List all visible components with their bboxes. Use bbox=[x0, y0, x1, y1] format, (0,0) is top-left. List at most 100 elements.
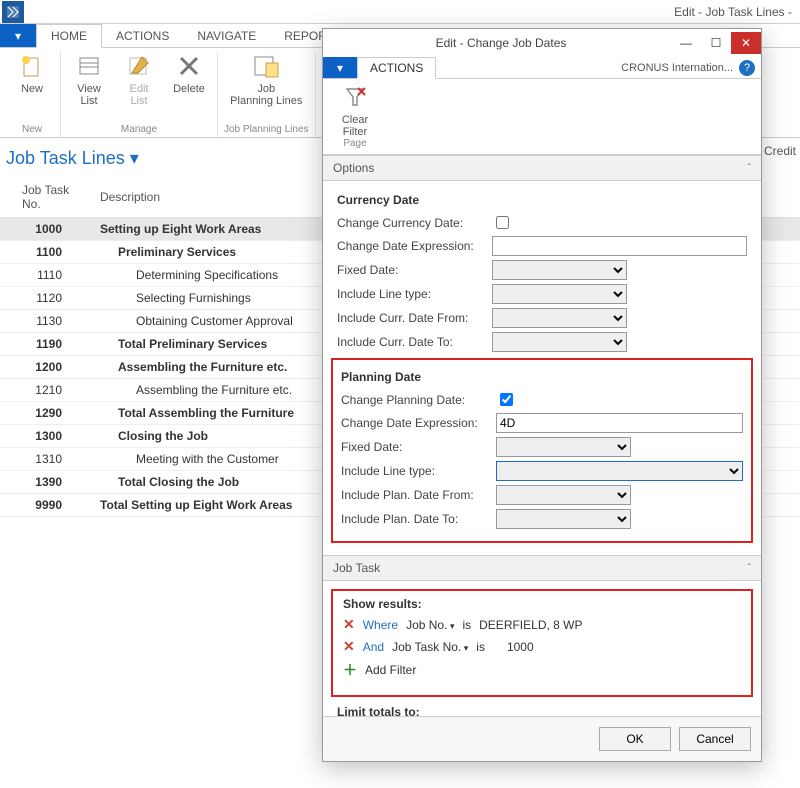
parent-title-bar: Edit - Job Task Lines - bbox=[0, 0, 800, 24]
change-job-dates-dialog: Edit - Change Job Dates — ☐ ✕ ▾ ACTIONS … bbox=[322, 28, 762, 762]
add-icon: ＋ bbox=[343, 660, 357, 680]
remove-filter-icon[interactable]: ✕ bbox=[343, 638, 355, 655]
close-button[interactable]: ✕ bbox=[731, 32, 761, 54]
planning-date-box: Planning Date Change Planning Date: Chan… bbox=[331, 358, 753, 543]
app-icon bbox=[2, 1, 24, 23]
tab-home[interactable]: HOME bbox=[36, 24, 102, 48]
view-list-icon bbox=[75, 52, 103, 80]
cell-job-task-no[interactable]: 1190 bbox=[0, 333, 90, 356]
cell-job-task-no[interactable]: 1120 bbox=[0, 287, 90, 310]
group-new-caption: New bbox=[22, 124, 42, 137]
options-fasttab-header[interactable]: Options ˆ bbox=[323, 155, 761, 181]
plan-include-from-label: Include Plan. Date From: bbox=[341, 488, 496, 502]
filter-value-1[interactable]: DEERFIELD, 8 WP bbox=[479, 618, 582, 632]
plan-fixed-date-select[interactable] bbox=[496, 437, 631, 457]
col-job-task-no[interactable]: Job Task No. bbox=[0, 177, 90, 218]
cell-job-task-no[interactable]: 1310 bbox=[0, 448, 90, 471]
cell-job-task-no[interactable]: 1110 bbox=[0, 264, 90, 287]
dialog-ribbon-tabs: ▾ ACTIONS CRONUS Internation... ? bbox=[323, 57, 761, 79]
curr-include-line-type-label: Include Line type: bbox=[337, 287, 492, 301]
dialog-tab-actions[interactable]: ACTIONS bbox=[357, 57, 436, 79]
view-list-button[interactable]: View List bbox=[67, 52, 111, 107]
delete-button[interactable]: Delete bbox=[167, 52, 211, 107]
curr-change-date-expr-input[interactable] bbox=[492, 236, 747, 256]
maximize-button[interactable]: ☐ bbox=[701, 32, 731, 54]
company-indicator: CRONUS Internation... ? bbox=[615, 57, 761, 78]
cell-job-task-no[interactable]: 1300 bbox=[0, 425, 90, 448]
right-truncated-column: Credit bbox=[770, 140, 800, 230]
show-results-box: Show results: ✕ Where Job No. is DEERFIE… bbox=[331, 589, 753, 697]
limit-totals-label: Limit totals to: bbox=[337, 705, 747, 716]
change-planning-date-checkbox[interactable] bbox=[500, 393, 513, 406]
add-filter-line[interactable]: ＋ Add Filter bbox=[343, 660, 741, 680]
is-label: is bbox=[462, 618, 471, 632]
cell-job-task-no[interactable]: 1000 bbox=[0, 218, 90, 241]
clear-filter-button[interactable]: Clear Filter bbox=[333, 83, 377, 138]
edit-list-icon bbox=[125, 52, 153, 80]
group-new: New New bbox=[4, 52, 61, 137]
cell-job-task-no[interactable]: 9990 bbox=[0, 494, 90, 517]
plan-change-date-expr-label: Change Date Expression: bbox=[341, 416, 496, 430]
curr-change-date-expr-label: Change Date Expression: bbox=[337, 239, 492, 253]
plan-include-to-label: Include Plan. Date To: bbox=[341, 512, 496, 526]
remove-filter-icon[interactable]: ✕ bbox=[343, 616, 355, 633]
curr-include-from-label: Include Curr. Date From: bbox=[337, 311, 492, 325]
minimize-button[interactable]: — bbox=[671, 32, 701, 54]
tab-navigate[interactable]: NAVIGATE bbox=[183, 24, 270, 47]
currency-date-header: Currency Date bbox=[337, 193, 747, 207]
delete-icon bbox=[175, 52, 203, 80]
group-jpl-caption: Job Planning Lines bbox=[224, 124, 309, 137]
cell-job-task-no[interactable]: 1390 bbox=[0, 471, 90, 494]
new-icon bbox=[18, 52, 46, 80]
is-label: is bbox=[476, 640, 485, 654]
plan-include-to-select[interactable] bbox=[496, 509, 631, 529]
change-planning-date-label: Change Planning Date: bbox=[341, 393, 496, 407]
cell-job-task-no[interactable]: 1200 bbox=[0, 356, 90, 379]
plan-include-from-select[interactable] bbox=[496, 485, 631, 505]
dialog-ribbon-body: Clear Filter Page bbox=[323, 79, 761, 155]
job-planning-lines-button[interactable]: Job Planning Lines bbox=[230, 52, 302, 107]
planning-date-header: Planning Date bbox=[341, 370, 743, 384]
edit-list-button[interactable]: Edit List bbox=[117, 52, 161, 107]
cell-job-task-no[interactable]: 1130 bbox=[0, 310, 90, 333]
chevron-up-icon: ˆ bbox=[748, 163, 751, 174]
dialog-title: Edit - Change Job Dates bbox=[331, 36, 671, 50]
cell-job-task-no[interactable]: 1290 bbox=[0, 402, 90, 425]
change-currency-date-checkbox[interactable] bbox=[496, 216, 509, 229]
jobtask-body: Show results: ✕ Where Job No. is DEERFIE… bbox=[323, 581, 761, 716]
help-icon[interactable]: ? bbox=[739, 60, 755, 76]
curr-include-line-type-select[interactable] bbox=[492, 284, 627, 304]
clear-filter-icon bbox=[341, 83, 369, 111]
cell-job-task-no[interactable]: 1100 bbox=[0, 241, 90, 264]
jobtask-fasttab-header[interactable]: Job Task ˆ bbox=[323, 555, 761, 581]
plan-change-date-expr-input[interactable] bbox=[496, 413, 743, 433]
options-body: Currency Date Change Currency Date: Chan… bbox=[323, 181, 761, 555]
dialog-body: Options ˆ Currency Date Change Currency … bbox=[323, 155, 761, 716]
group-job-planning-lines: Job Planning Lines Job Planning Lines bbox=[218, 52, 316, 137]
filter-line-1: ✕ Where Job No. is DEERFIELD, 8 WP bbox=[343, 616, 741, 633]
curr-include-to-select[interactable] bbox=[492, 332, 627, 352]
dialog-file-tab[interactable]: ▾ bbox=[323, 57, 357, 78]
plan-include-line-type-select[interactable] bbox=[496, 461, 743, 481]
tab-actions[interactable]: ACTIONS bbox=[102, 24, 183, 47]
filter-value-2[interactable]: 1000 bbox=[507, 640, 534, 654]
ok-button[interactable]: OK bbox=[599, 727, 671, 751]
file-tab[interactable]: ▾ bbox=[0, 24, 36, 47]
curr-fixed-date-select[interactable] bbox=[492, 260, 627, 280]
dialog-title-bar[interactable]: Edit - Change Job Dates — ☐ ✕ bbox=[323, 29, 761, 57]
job-planning-lines-icon bbox=[252, 52, 280, 80]
and-label: And bbox=[363, 640, 384, 654]
cancel-button[interactable]: Cancel bbox=[679, 727, 751, 751]
cell-job-task-no[interactable]: 1210 bbox=[0, 379, 90, 402]
dialog-button-bar: OK Cancel bbox=[323, 716, 761, 761]
new-button[interactable]: New bbox=[10, 52, 54, 95]
curr-include-from-select[interactable] bbox=[492, 308, 627, 328]
chevron-down-icon: ▾ bbox=[15, 29, 21, 43]
plan-include-line-type-label: Include Line type: bbox=[341, 464, 496, 478]
dialog-group-page-caption: Page bbox=[343, 138, 366, 151]
filter-field-2[interactable]: Job Task No. bbox=[392, 640, 468, 654]
curr-fixed-date-label: Fixed Date: bbox=[337, 263, 492, 277]
filter-field-1[interactable]: Job No. bbox=[406, 618, 454, 632]
dialog-group-page: Clear Filter Page bbox=[327, 83, 383, 150]
group-manage-caption: Manage bbox=[121, 124, 157, 137]
